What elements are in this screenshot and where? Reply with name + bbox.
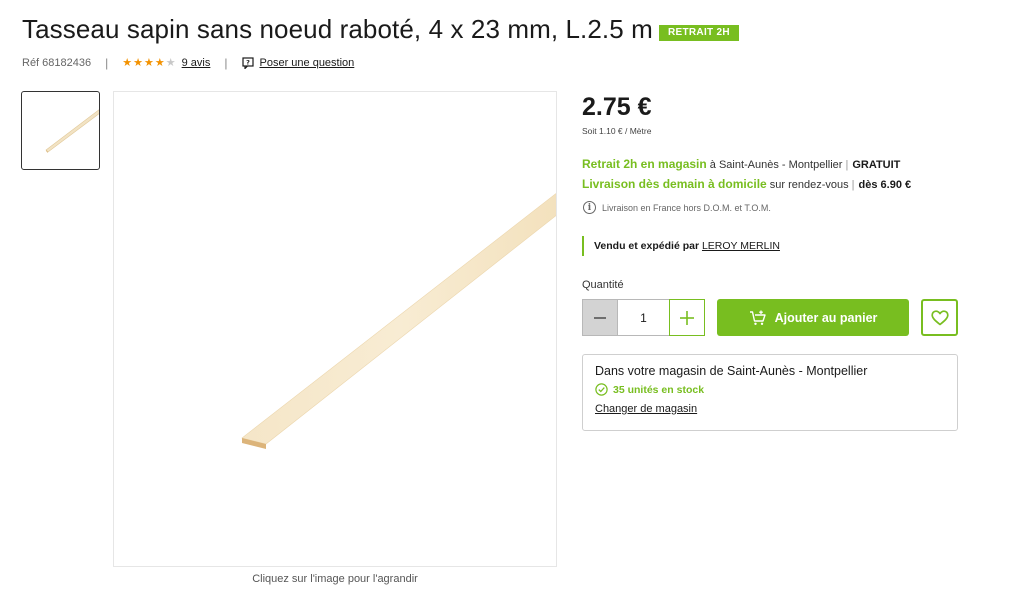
- minus-icon: [594, 316, 606, 319]
- delivery-info: i Livraison en France hors D.O.M. et T.O…: [583, 201, 771, 214]
- image-caption: Cliquez sur l'image pour l'agrandir: [252, 573, 418, 585]
- product-thumbnail[interactable]: [21, 91, 100, 170]
- favorite-button[interactable]: [921, 299, 958, 336]
- heart-icon: [930, 309, 949, 325]
- store-availability-box: Dans votre magasin de Saint-Aunès - Mont…: [582, 354, 958, 431]
- quantity-increase-button[interactable]: [669, 299, 705, 336]
- change-store-link[interactable]: Changer de magasin: [595, 403, 697, 415]
- question-bubble-icon[interactable]: ?: [241, 57, 254, 69]
- stock-status: 35 unités en stock: [595, 383, 945, 396]
- star-empty-icon: ★: [165, 56, 176, 69]
- quantity-label: Quantité: [582, 279, 624, 291]
- store-title: Dans votre magasin de Saint-Aunès - Mont…: [595, 364, 868, 378]
- svg-text:?: ?: [246, 59, 250, 67]
- plus-icon: [680, 310, 694, 325]
- pickup-option: Retrait 2h en magasin à Saint-Aunès - Mo…: [582, 157, 900, 171]
- product-price: 2.75 €: [582, 93, 652, 121]
- pickup-location: à Saint-Aunès - Montpellier: [706, 159, 843, 171]
- star-icon: ★: [144, 56, 154, 69]
- home-delivery-option: Livraison dès demain à domicile sur rend…: [582, 177, 911, 191]
- delivery-info-text: Livraison en France hors D.O.M. et T.O.M…: [602, 202, 771, 213]
- divider: |: [845, 159, 849, 171]
- quantity-decrease-button[interactable]: [582, 299, 618, 336]
- stock-text: 35 unités en stock: [613, 383, 705, 396]
- pickup-label: Retrait 2h en magasin: [582, 157, 707, 171]
- cart-add-icon: [749, 310, 766, 325]
- unit-price: Soit 1.10 € / Mètre: [582, 126, 652, 136]
- divider: |: [224, 56, 228, 70]
- home-delivery-detail: sur rendez-vous: [766, 179, 849, 191]
- quantity-stepper: [582, 299, 705, 336]
- seller-info: Vendu et expédié par LEROY MERLIN: [582, 236, 780, 256]
- star-icon: ★: [154, 56, 165, 69]
- pickup-price: GRATUIT: [852, 159, 901, 171]
- product-ref: Réf 68182436: [22, 57, 92, 69]
- add-to-cart-label: Ajouter au panier: [774, 310, 878, 325]
- rating-stars: ★ ★ ★ ★ ★: [122, 56, 176, 69]
- divider: |: [105, 56, 109, 70]
- quantity-input[interactable]: [618, 299, 669, 336]
- wood-strip-image: [241, 193, 556, 449]
- product-main-image[interactable]: [113, 91, 557, 567]
- ask-question-link[interactable]: Poser une question: [260, 57, 355, 69]
- retrait-badge: RETRAIT 2H: [659, 25, 739, 41]
- seller-label: Vendu et expédié par: [594, 240, 700, 252]
- home-delivery-label: Livraison dès demain à domicile: [582, 177, 767, 191]
- seller-link[interactable]: LEROY MERLIN: [702, 240, 780, 252]
- info-icon: i: [583, 201, 596, 214]
- star-icon: ★: [133, 56, 143, 69]
- check-circle-icon: [595, 383, 608, 396]
- add-to-cart-button[interactable]: Ajouter au panier: [717, 299, 909, 336]
- divider: |: [851, 179, 855, 191]
- wood-strip-thumb-image: [45, 109, 99, 153]
- product-meta: Réf 68182436 | ★ ★ ★ ★ ★ 9 avis | ? Pose…: [22, 56, 354, 70]
- reviews-link[interactable]: 9 avis: [182, 57, 211, 69]
- star-icon: ★: [122, 56, 133, 69]
- home-delivery-price: dès 6.90 €: [858, 179, 912, 191]
- product-title: Tasseau sapin sans noeud raboté, 4 x 23 …: [22, 14, 653, 44]
